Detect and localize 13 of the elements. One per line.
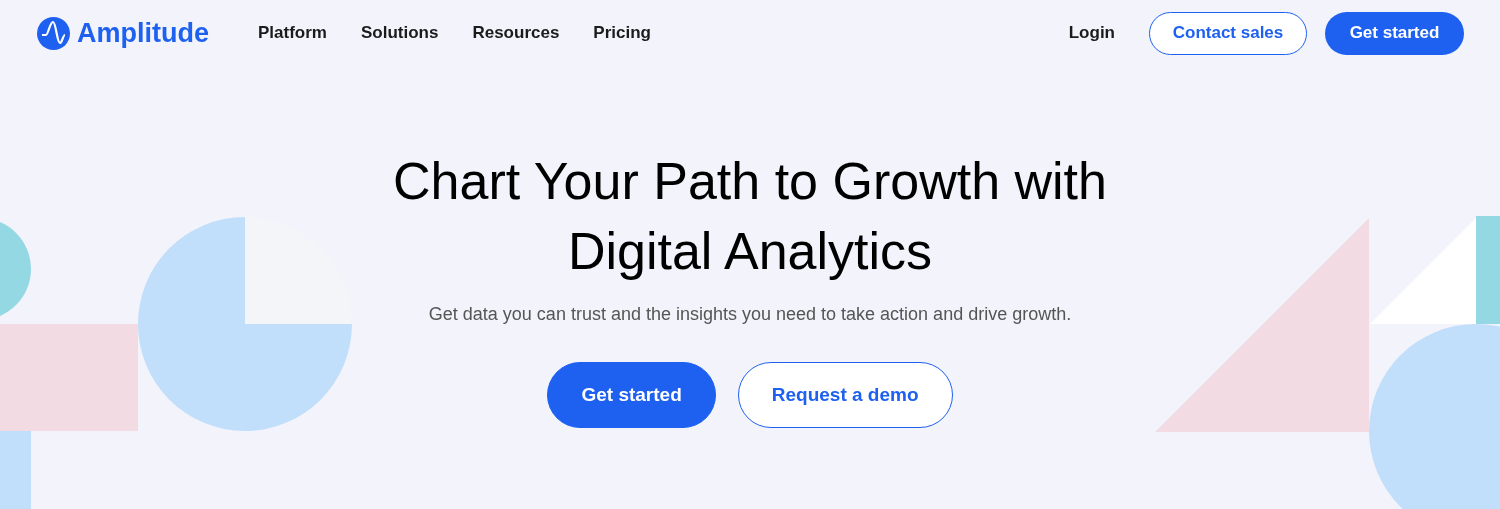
nav-link[interactable]: Pricing <box>593 20 651 46</box>
contact-sales-button[interactable]: Contact sales <box>1149 11 1307 55</box>
get-started-button[interactable]: Get started <box>547 362 716 428</box>
hero-title: Digital Analytics <box>567 221 933 282</box>
hero-subtitle: Get data you can trust and the insights you need to take action and drive growth. <box>428 303 1072 326</box>
get-started-button[interactable]: Get started <box>1325 11 1464 55</box>
hero-title: Chart Your Path to Growth with <box>393 151 1107 212</box>
nav-link[interactable]: Resources <box>472 20 560 46</box>
nav-link[interactable]: Solutions <box>360 20 439 46</box>
outline-button[interactable]: Request a demo <box>737 362 953 428</box>
login-link[interactable]: Login <box>1068 20 1115 46</box>
nav-link[interactable]: Platform <box>258 20 327 46</box>
logo-link[interactable]: Amplitude <box>37 12 209 54</box>
